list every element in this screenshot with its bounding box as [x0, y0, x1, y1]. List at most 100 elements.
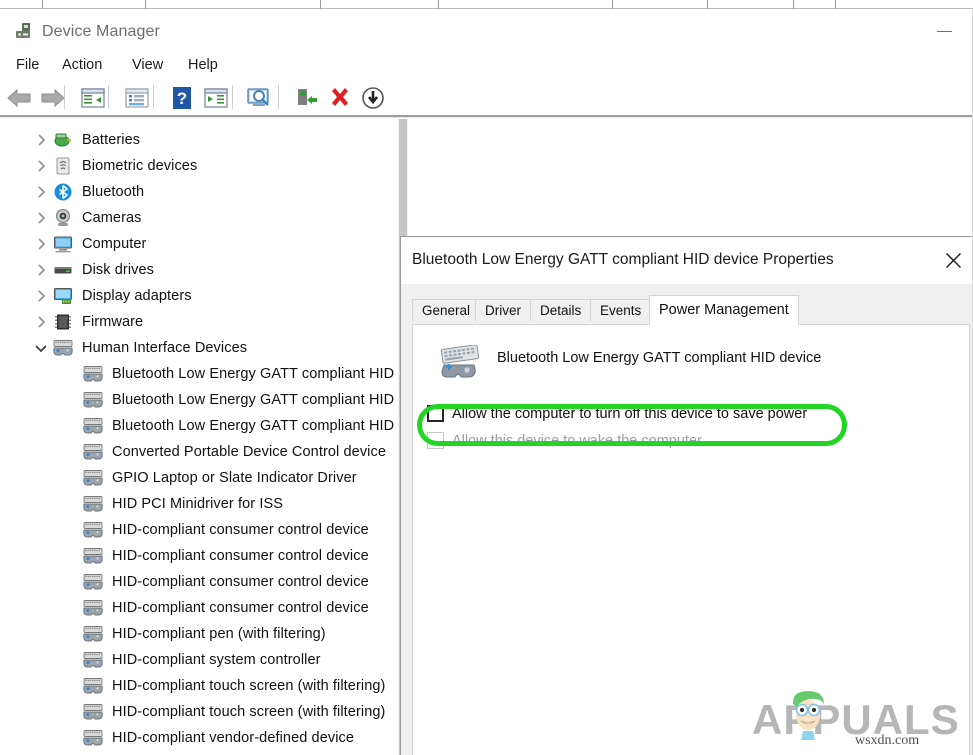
- tree-item-hid-system-controller[interactable]: HID-compliant system controller: [82, 647, 321, 673]
- tree-item-display-adapters[interactable]: Display adapters: [30, 283, 192, 309]
- checkbox-box[interactable]: [427, 405, 444, 422]
- tree-item-hid-touch-screen-2[interactable]: HID-compliant touch screen (with filteri…: [82, 699, 385, 725]
- hid-icon: [82, 597, 104, 619]
- dialog-body: General Driver Details Events Power Mana…: [401, 284, 973, 755]
- disk-drive-icon: [52, 259, 74, 281]
- chevron-right-icon[interactable]: [30, 283, 52, 309]
- enable-device-icon: [295, 86, 319, 110]
- tree-item-label: HID-compliant touch screen (with filteri…: [112, 678, 385, 694]
- menu-file[interactable]: File: [12, 55, 43, 75]
- close-icon: [945, 252, 962, 269]
- minimize-button[interactable]: [922, 17, 967, 45]
- tree-item-label: HID-compliant touch screen (with filteri…: [112, 704, 385, 720]
- chevron-down-icon[interactable]: [30, 335, 52, 361]
- tree-item-hid-consumer-control-3[interactable]: HID-compliant consumer control device: [82, 569, 369, 595]
- menu-view[interactable]: View: [128, 55, 167, 75]
- back-button[interactable]: [4, 83, 34, 113]
- window-titlebar: Device Manager: [0, 9, 973, 51]
- checkbox-allow-computer-turn-off-device[interactable]: Allow the computer to turn off this devi…: [427, 405, 807, 422]
- tab-events[interactable]: Events: [590, 299, 651, 321]
- tree-item-label: HID-compliant system controller: [112, 652, 321, 668]
- checkbox-label: Allow the computer to turn off this devi…: [452, 406, 807, 422]
- tree-item-hid-consumer-control-1[interactable]: HID-compliant consumer control device: [82, 517, 369, 543]
- menu-action[interactable]: Action: [58, 55, 106, 75]
- chevron-right-icon[interactable]: [30, 231, 52, 257]
- close-button[interactable]: [931, 245, 973, 275]
- tree-item-label: HID PCI Minidriver for ISS: [112, 496, 283, 512]
- forward-icon: [40, 88, 66, 108]
- page-title: Device Manager: [42, 23, 160, 41]
- properties-button[interactable]: [122, 83, 152, 113]
- show-hide-console-tree-button[interactable]: [78, 83, 108, 113]
- scan-for-hardware-changes-icon: [204, 87, 228, 109]
- camera-icon: [52, 207, 74, 229]
- checkbox-allow-device-wake-computer: Allow this device to wake the computer: [427, 432, 702, 449]
- tree-item-label: Bluetooth Low Energy GATT compliant HID …: [112, 366, 441, 382]
- tab-general[interactable]: General: [412, 299, 480, 321]
- menu-help[interactable]: Help: [184, 55, 222, 75]
- tree-item-firmware[interactable]: Firmware: [30, 309, 143, 335]
- tree-item-cameras[interactable]: Cameras: [30, 205, 142, 231]
- tree-item-hid-consumer-control-4[interactable]: HID-compliant consumer control device: [82, 595, 369, 621]
- tree-item-label: Biometric devices: [82, 158, 197, 174]
- hid-icon: [82, 493, 104, 515]
- enable-device-button[interactable]: [292, 83, 322, 113]
- chevron-right-icon[interactable]: [30, 179, 52, 205]
- chevron-right-icon[interactable]: [30, 205, 52, 231]
- tree-item-human-interface-devices[interactable]: Human Interface Devices: [30, 335, 247, 361]
- back-icon: [6, 88, 32, 108]
- top-partial-strip: [0, 0, 973, 9]
- tab-driver[interactable]: Driver: [475, 299, 531, 321]
- help-button[interactable]: ?: [167, 83, 197, 113]
- hid-icon: [82, 649, 104, 671]
- tree-item-label: HID-compliant consumer control device: [112, 600, 369, 616]
- tree-item-disk-drives[interactable]: Disk drives: [30, 257, 154, 283]
- tree-item-hid-pci-minidriver-iss[interactable]: HID PCI Minidriver for ISS: [82, 491, 283, 517]
- uninstall-device-button[interactable]: [325, 83, 355, 113]
- hid-icon: [82, 727, 104, 749]
- disable-device-icon: [361, 86, 385, 110]
- tree-item-ble-gatt-hid-2[interactable]: Bluetooth Low Energy GATT compliant HID …: [82, 387, 441, 413]
- menubar: File Action View Help: [0, 51, 973, 79]
- tree-item-computer[interactable]: Computer: [30, 231, 146, 257]
- hid-icon: [82, 415, 104, 437]
- toolbar: ?: [0, 79, 973, 116]
- tree-item-biometric-devices[interactable]: Biometric devices: [30, 153, 197, 179]
- firmware-chip-icon: [52, 311, 74, 333]
- scan-for-hardware-changes-button[interactable]: [201, 83, 231, 113]
- hid-device-icon: [436, 345, 482, 379]
- hid-icon: [82, 467, 104, 489]
- disable-device-button[interactable]: [358, 83, 388, 113]
- tree-item-ble-gatt-hid-3[interactable]: Bluetooth Low Energy GATT compliant HID …: [82, 413, 441, 439]
- tree-item-hid-touch-screen-1[interactable]: HID-compliant touch screen (with filteri…: [82, 673, 385, 699]
- hid-icon: [82, 363, 104, 385]
- tab-details[interactable]: Details: [530, 299, 591, 321]
- tree-item-ble-gatt-hid-1[interactable]: Bluetooth Low Energy GATT compliant HID …: [82, 361, 441, 387]
- hid-icon: [82, 571, 104, 593]
- tree-item-hid-pen[interactable]: HID-compliant pen (with filtering): [82, 621, 326, 647]
- chevron-right-icon[interactable]: [30, 257, 52, 283]
- tree-item-batteries[interactable]: Batteries: [30, 127, 140, 153]
- tree-item-label: GPIO Laptop or Slate Indicator Driver: [112, 470, 357, 486]
- help-icon: ?: [171, 86, 193, 110]
- tree-item-label: Batteries: [82, 132, 140, 148]
- uninstall-device-icon: [328, 86, 352, 110]
- device-name: Bluetooth Low Energy GATT compliant HID …: [497, 350, 821, 366]
- tab-power-management[interactable]: Power Management: [649, 295, 799, 325]
- tree-item-label: Bluetooth: [82, 184, 144, 200]
- tree-item-label: Computer: [82, 236, 146, 252]
- update-driver-button[interactable]: [245, 83, 275, 113]
- chevron-right-icon[interactable]: [30, 127, 52, 153]
- tree-item-hid-consumer-control-2[interactable]: HID-compliant consumer control device: [82, 543, 369, 569]
- tree-item-label: Bluetooth Low Energy GATT compliant HID …: [112, 418, 441, 434]
- svg-text:?: ?: [177, 89, 187, 108]
- tree-item-hid-vendor-defined-device[interactable]: HID-compliant vendor-defined device: [82, 725, 354, 751]
- hid-icon: [82, 519, 104, 541]
- tree-item-gpio-laptop-slate-indicator[interactable]: GPIO Laptop or Slate Indicator Driver: [82, 465, 357, 491]
- tree-item-label: Cameras: [82, 210, 142, 226]
- tree-item-bluetooth[interactable]: Bluetooth: [30, 179, 144, 205]
- chevron-right-icon[interactable]: [30, 153, 52, 179]
- fingerprint-icon: [52, 155, 74, 177]
- chevron-right-icon[interactable]: [30, 309, 52, 335]
- tree-item-converted-portable-device-control[interactable]: Converted Portable Device Control device: [82, 439, 386, 465]
